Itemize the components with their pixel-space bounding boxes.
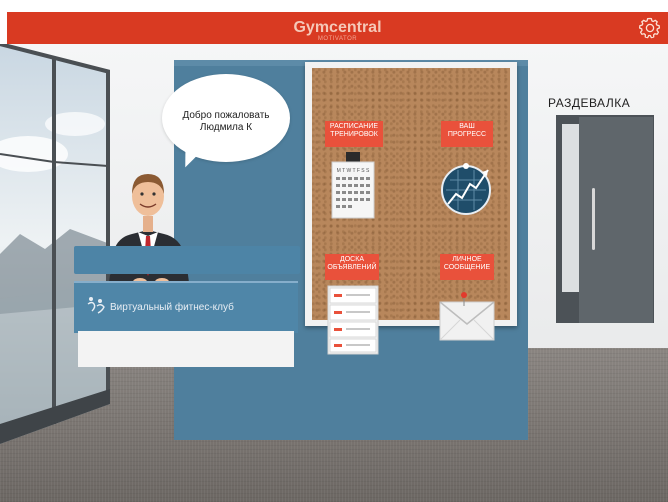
app-subtitle: MOTIVATOR — [317, 36, 358, 42]
progress-label[interactable]: ВАШ ПРОГРЕСС — [441, 121, 493, 147]
greeting-user-name: Людмила К — [199, 122, 253, 133]
desk-counter-top — [74, 246, 300, 274]
calendar-icon[interactable]: M T W T F S S — [330, 152, 376, 220]
locker-room-label[interactable]: РАЗДЕВАЛКА — [548, 96, 630, 110]
gear-icon[interactable] — [638, 16, 662, 40]
message-label[interactable]: ЛИЧНОЕ СООБЩЕНИЕ — [440, 254, 494, 280]
fitness-logo-icon — [87, 297, 105, 314]
door-handle — [592, 188, 595, 250]
window — [0, 44, 110, 444]
greeting-text: Добро пожаловать Людмила К — [166, 110, 286, 134]
announcements-label[interactable]: ДОСКА ОБЪЯВЛЕНИЙ — [325, 254, 379, 280]
envelope-icon[interactable] — [438, 292, 496, 342]
app-title: Gymcentral — [293, 19, 382, 36]
desk-base — [78, 331, 294, 367]
schedule-label[interactable]: РАСПИСАНИЕ ТРЕНИРОВОК — [325, 121, 383, 147]
progress-chart-icon[interactable] — [438, 160, 496, 216]
greeting-line-1: Добро пожаловать — [182, 110, 270, 121]
virtual-gym-screen: Gymcentral MOTIVATOR Добро пожаловать Лю… — [0, 0, 668, 502]
calendar-header: M T W T F S S — [337, 168, 370, 174]
file-cabinet-icon[interactable] — [326, 284, 380, 356]
header-bar: Gymcentral MOTIVATOR — [7, 12, 668, 44]
door-opening — [562, 124, 580, 292]
door-leaf — [579, 117, 653, 323]
club-name: Виртуальный фитнес-клуб — [110, 302, 234, 313]
